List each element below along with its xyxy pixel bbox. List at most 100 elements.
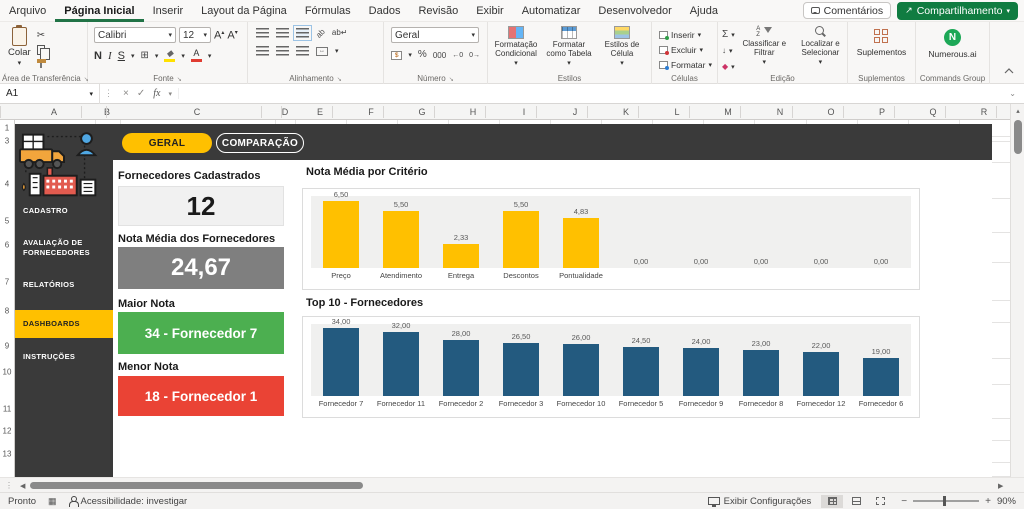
ribbon-tab-automatizar[interactable]: Automatizar <box>513 0 590 22</box>
align-left-icon[interactable] <box>256 46 269 56</box>
row-header-12[interactable]: 12 <box>0 427 14 436</box>
dialog-launcher-icon[interactable]: ↘ <box>337 77 342 83</box>
row-header-10[interactable]: 10 <box>0 368 14 377</box>
normal-view-button[interactable] <box>821 495 843 508</box>
scroll-right-arrow-icon[interactable]: ▶ <box>998 482 1003 490</box>
horizontal-scrollbar[interactable]: ⋮ ◀ ▶ <box>0 477 1024 492</box>
tab-geral[interactable]: GERAL <box>122 133 212 153</box>
dialog-launcher-icon[interactable]: ↘ <box>449 77 454 83</box>
ribbon-tab-desenvolvedor[interactable]: Desenvolvedor <box>589 0 680 22</box>
share-button[interactable]: ↗ Compartilhamento ▾ <box>897 2 1018 20</box>
ribbon-tab-arquivo[interactable]: Arquivo <box>0 0 55 22</box>
row-header-1[interactable]: 1 <box>0 124 14 133</box>
increase-font-button[interactable]: A▴ <box>214 29 224 42</box>
drag-handle-icon[interactable]: ⋮ <box>100 88 117 99</box>
ribbon-tab-layout-da-pagina[interactable]: Layout da Página <box>192 0 296 22</box>
column-header-k[interactable]: K <box>623 104 629 120</box>
delete-cells-button[interactable]: Excluir ▾ <box>659 43 717 56</box>
orientation-icon[interactable]: ab <box>314 27 327 40</box>
comma-style-button[interactable]: 000 <box>433 51 446 60</box>
cut-icon[interactable]: ✂ <box>37 31 46 41</box>
ribbon-tab-ajuda[interactable]: Ajuda <box>681 0 727 22</box>
expand-formula-bar-chevron[interactable]: ⌄ <box>1001 89 1024 98</box>
insert-cells-button[interactable]: Inserir ▾ <box>659 28 717 41</box>
merge-center-icon[interactable]: ↔ <box>316 47 328 56</box>
sidebar-item-dashboards[interactable]: DASHBOARDS <box>15 310 113 338</box>
column-header-a[interactable]: A <box>51 104 57 120</box>
horizontal-scroll-thumb[interactable] <box>30 482 363 489</box>
column-header-e[interactable]: E <box>317 104 323 120</box>
row-header-13[interactable]: 13 <box>0 450 14 459</box>
column-header-i[interactable]: I <box>523 104 526 120</box>
column-header-n[interactable]: N <box>777 104 784 120</box>
ribbon-tab-pagina-inicial[interactable]: Página Inicial <box>55 0 143 22</box>
font-size-select[interactable]: 12▾ <box>179 27 211 43</box>
row-header-8[interactable]: 8 <box>0 307 14 316</box>
format-as-table-button[interactable]: Formatar como Tabela ▾ <box>543 22 595 67</box>
ribbon-tab-revisao[interactable]: Revisão <box>409 0 467 22</box>
row-header-9[interactable]: 9 <box>0 342 14 351</box>
vertical-scroll-thumb[interactable] <box>1014 120 1022 154</box>
ribbon-tab-dados[interactable]: Dados <box>360 0 410 22</box>
decrease-decimal-button[interactable]: 0→ <box>469 52 480 59</box>
wrap-text-icon[interactable]: ab↵ <box>332 29 348 37</box>
scroll-left-arrow-icon[interactable]: ◀ <box>20 482 25 490</box>
increase-decimal-button[interactable]: ←0 <box>452 52 463 59</box>
column-header-m[interactable]: M <box>724 104 732 120</box>
zoom-slider[interactable] <box>913 500 979 502</box>
sort-filter-button[interactable]: AZ Classificar e Filtrar ▾ <box>738 22 791 66</box>
display-settings-button[interactable]: Exibir Configurações <box>708 496 812 507</box>
enter-icon[interactable]: ✓ <box>137 88 145 99</box>
align-bottom-icon[interactable] <box>296 28 309 38</box>
autosum-button[interactable]: Σ▾ <box>722 28 735 41</box>
format-cells-button[interactable]: Formatar ▾ <box>659 58 717 71</box>
conditional-formatting-button[interactable]: Formatação Condicional ▾ <box>490 22 542 67</box>
decrease-font-button[interactable]: A▾ <box>227 29 237 42</box>
column-header-j[interactable]: J <box>573 104 578 120</box>
sidebar-item-instrucoes[interactable]: INSTRUÇÕES <box>23 352 107 362</box>
ribbon-tab-inserir[interactable]: Inserir <box>144 0 193 22</box>
page-break-view-button[interactable] <box>869 495 891 508</box>
font-color-icon[interactable]: A <box>191 49 202 62</box>
column-header-p[interactable]: P <box>879 104 885 120</box>
row-header-11[interactable]: 11 <box>0 405 14 414</box>
accounting-format-icon[interactable]: $ <box>391 51 402 60</box>
clear-button[interactable]: ◆▾ <box>722 60 735 73</box>
align-center-icon[interactable] <box>276 46 289 56</box>
column-header-f[interactable]: F <box>368 104 374 120</box>
cell-styles-button[interactable]: Estilos de Célula ▾ <box>596 22 648 67</box>
paste-button[interactable]: Colar ▾ <box>8 27 31 67</box>
sheet-tab-splitter-icon[interactable]: ⋮ <box>5 481 13 490</box>
comments-button[interactable]: Comentários <box>803 2 892 19</box>
fill-button[interactable]: ↓▾ <box>722 44 735 57</box>
column-header-b[interactable]: B <box>104 104 110 120</box>
row-header-6[interactable]: 6 <box>0 241 14 250</box>
borders-icon[interactable]: ⊞ <box>140 51 148 61</box>
numerous-button[interactable]: N Numerous.ai <box>916 22 989 59</box>
name-box[interactable]: A1 ▾ <box>0 84 100 104</box>
column-header-g[interactable]: G <box>418 104 425 120</box>
align-top-icon[interactable] <box>256 28 269 38</box>
ribbon-collapse-chevron[interactable] <box>1004 61 1014 79</box>
column-header-c[interactable]: C <box>194 104 201 120</box>
row-header-5[interactable]: 5 <box>0 217 14 226</box>
column-header-q[interactable]: Q <box>929 104 936 120</box>
column-header-d[interactable]: D <box>282 104 289 120</box>
formula-input[interactable] <box>179 84 1001 104</box>
align-middle-icon[interactable] <box>276 28 289 38</box>
zoom-in-button[interactable]: + <box>985 496 991 507</box>
font-name-select[interactable]: Calibri▾ <box>94 27 176 43</box>
copy-icon[interactable] <box>37 45 45 55</box>
sidebar-item-cadastro[interactable]: CADASTRO <box>23 206 107 216</box>
percent-style-button[interactable]: % <box>418 50 427 60</box>
row-header-4[interactable]: 4 <box>0 180 14 189</box>
fill-color-icon[interactable]: ◆ <box>164 49 175 62</box>
underline-button[interactable]: S <box>118 50 125 62</box>
dialog-launcher-icon[interactable]: ↘ <box>177 77 182 83</box>
sheet-grid[interactable]: 1345678910111213 <box>0 120 1010 477</box>
ribbon-tab-exibir[interactable]: Exibir <box>467 0 513 22</box>
accessibility-status[interactable]: Acessibilidade: investigar <box>69 496 188 507</box>
column-headers[interactable]: ABCDEFGHIJKLMNOPQR <box>0 104 1010 120</box>
sidebar-item-relatorios[interactable]: RELATÓRIOS <box>23 280 107 290</box>
sidebar-item-avaliacao-de[interactable]: AVALIAÇÃO DE FORNECEDORES <box>23 238 107 258</box>
